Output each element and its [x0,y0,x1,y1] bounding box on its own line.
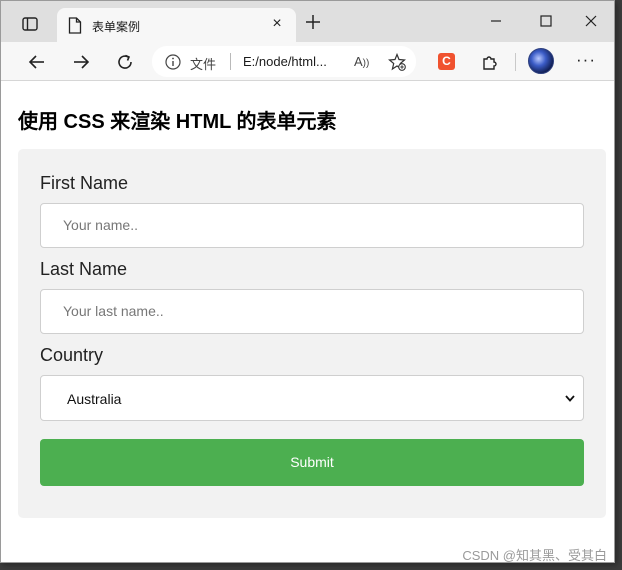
first-name-label: First Name [40,173,129,193]
address-url[interactable]: E:/node/html... [243,54,327,69]
close-window-icon[interactable] [579,9,603,33]
browser-toolbar: 文件 E:/node/html... A)) C ··· [1,42,614,81]
file-icon [68,17,82,34]
extension-c-icon[interactable]: C [438,53,455,70]
address-separator [230,53,231,70]
last-name-label: Last Name [40,259,128,279]
last-name-input[interactable]: Your last name.. [40,289,584,334]
profile-avatar[interactable] [528,48,554,74]
title-bar: 表单案例 × [1,1,614,42]
tab-close-button[interactable]: × [268,15,286,33]
chevron-down-icon [565,395,575,402]
read-aloud-letter: A [354,54,363,69]
country-select[interactable]: Australia [40,375,584,421]
tab-actions-icon[interactable] [21,15,39,33]
first-name-input[interactable]: Your name.. [40,203,584,248]
toolbar-separator [515,53,516,71]
minimize-icon[interactable] [484,9,508,33]
address-bar[interactable]: 文件 E:/node/html... A)) [152,46,416,77]
tab-active[interactable]: 表单案例 × [57,8,296,42]
country-label: Country [40,345,104,365]
new-tab-icon[interactable] [303,12,323,32]
back-icon[interactable] [27,52,47,72]
refresh-icon[interactable] [115,52,135,72]
page-content: 使用 CSS 来渲染 HTML 的表单元素 First Name Your na… [1,82,614,563]
submit-button[interactable]: Submit [40,439,584,486]
page-title: 使用 CSS 来渲染 HTML 的表单元素 [18,111,337,133]
add-favorite-icon[interactable] [388,53,406,71]
last-name-placeholder: Your last name.. [63,303,164,319]
address-scheme-label: 文件 [190,57,217,72]
form-container: First Name Your name.. Last Name Your la… [18,149,606,518]
maximize-icon[interactable] [534,9,558,33]
more-menu-icon[interactable]: ··· [576,50,596,70]
country-selected-value: Australia [67,391,122,407]
tab-title: 表单案例 [92,20,141,34]
read-aloud-icon[interactable]: A)) [354,54,369,69]
browser-window: 表单案例 × 文件 E:/node/html... A)) C ··· 使用 C… [0,0,615,563]
watermark: CSDN @知其黑、受其白 [462,548,607,563]
forward-icon[interactable] [71,52,91,72]
extensions-puzzle-icon[interactable] [480,52,500,72]
info-icon[interactable] [165,54,181,70]
first-name-placeholder: Your name.. [63,217,138,233]
